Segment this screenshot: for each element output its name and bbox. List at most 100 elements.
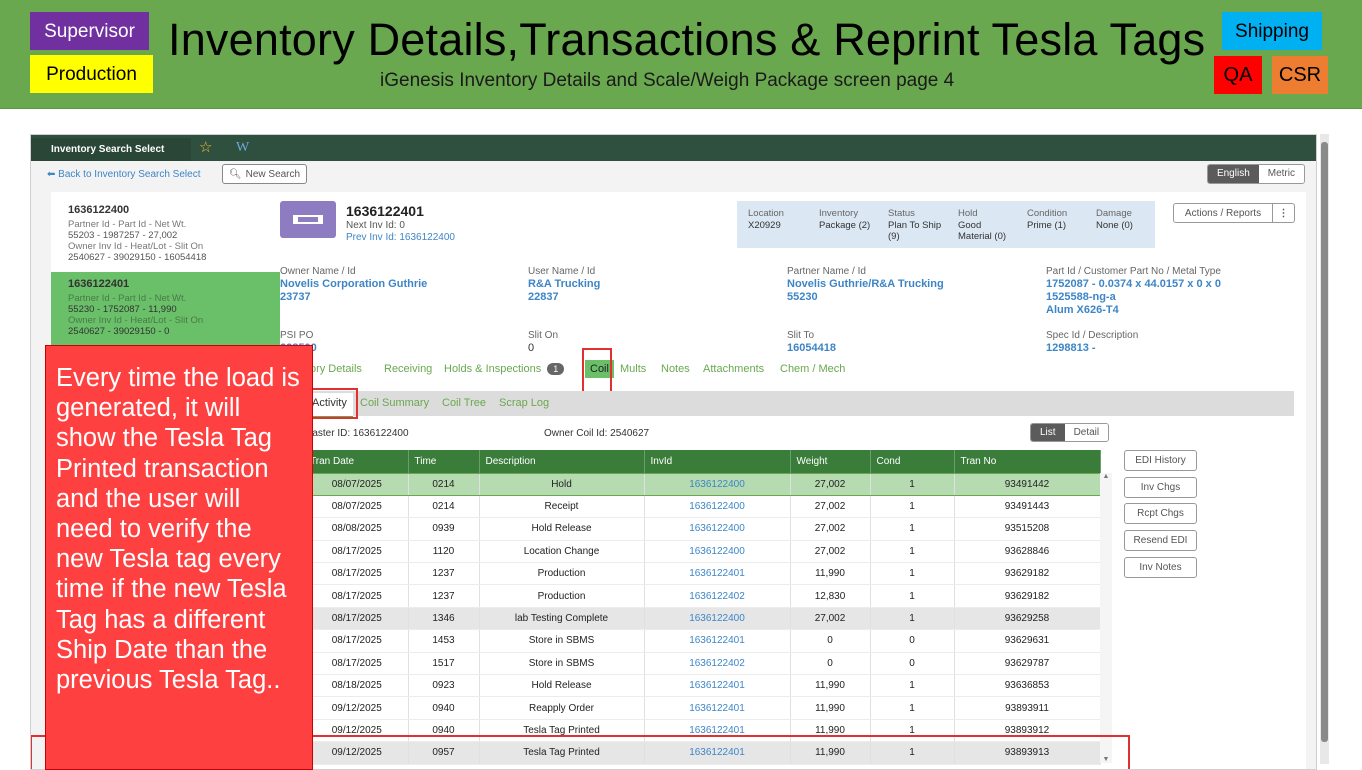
cell-cond: 1: [870, 584, 955, 608]
status-cell: Status Plan To Ship (9): [888, 208, 942, 242]
page-scrollbar[interactable]: [1320, 134, 1329, 764]
cell-tran-no: 93491443: [954, 495, 1101, 519]
cell-cond: 1: [870, 540, 955, 564]
cell-description: Receipt: [479, 495, 645, 519]
table-row[interactable]: 08/18/2025 0923 Hold Release 1636122401 11,9…: [280, 674, 1101, 698]
table-row[interactable]: 08/08/2025 0939 Hold Release 1636122400 27,0…: [280, 517, 1101, 541]
table-row[interactable]: 09/12/2025 0940 Reapply Order 1636122401 11,…: [280, 696, 1101, 720]
cell-cond: 1: [870, 562, 955, 586]
tab-notes[interactable]: Notes: [661, 363, 690, 375]
cell-weight: 11,990: [790, 674, 871, 698]
edi-history-button[interactable]: EDI History: [1124, 450, 1197, 471]
nav-row: ⬅ Back to Inventory Search Select 🔍︎ New…: [31, 161, 1316, 189]
list-item[interactable]: 1636122400 Partner Id - Part Id - Net Wt…: [51, 198, 280, 270]
table-row[interactable]: 08/17/2025 1346 lab Testing Complete 163612…: [280, 607, 1101, 631]
w-icon[interactable]: W: [236, 140, 249, 156]
tab-chem-mech[interactable]: Chem / Mech: [780, 363, 845, 375]
condition-cell: Condition Prime (1): [1027, 208, 1068, 231]
partner-id-link[interactable]: 55230: [787, 291, 944, 304]
cell-invid[interactable]: 1636122401: [644, 674, 791, 698]
col-time[interactable]: Time: [408, 450, 480, 473]
prev-inv-id-link[interactable]: Prev Inv Id: 1636122400: [346, 232, 455, 243]
actions-reports-button[interactable]: Actions / Reports ⋮: [1173, 203, 1295, 223]
partner-name-link[interactable]: Novelis Guthrie/R&A Trucking: [787, 278, 944, 291]
tab-receiving[interactable]: Receiving: [384, 363, 432, 375]
tab-attachments[interactable]: Attachments: [703, 363, 764, 375]
cell-description: Production: [479, 584, 645, 608]
cell-time: 0923: [408, 674, 480, 698]
damage-cell: Damage None (0): [1096, 208, 1133, 231]
detail-view-toggle[interactable]: Detail: [1064, 424, 1109, 441]
cell-invid[interactable]: 1636122401: [644, 629, 791, 653]
part-link[interactable]: 1752087 - 0.0374 x 44.0157 x 0 x 0: [1046, 278, 1221, 291]
spec-field: Spec Id / Description 1298813 -: [1046, 330, 1139, 355]
cell-cond: 1: [870, 472, 955, 496]
tab-holds-inspections[interactable]: Holds & Inspections 1: [444, 363, 565, 375]
cell-tran-no: 93636853: [954, 674, 1101, 698]
table-row[interactable]: 08/17/2025 1517 Store in SBMS 1636122402 0 0 9…: [280, 652, 1101, 676]
tab-scrap-log[interactable]: Scrap Log: [499, 397, 549, 409]
table-row[interactable]: 08/07/2025 0214 Hold 1636122400 27,002 1 93491…: [280, 472, 1101, 496]
cell-invid[interactable]: 1636122400: [644, 517, 791, 541]
inv-notes-button[interactable]: Inv Notes: [1124, 557, 1197, 578]
star-icon[interactable]: ☆: [199, 140, 212, 156]
cell-invid[interactable]: 1636122401: [644, 696, 791, 720]
cell-invid[interactable]: 1636122401: [644, 562, 791, 586]
page-scrollbar-thumb[interactable]: [1321, 142, 1328, 742]
cell-invid[interactable]: 1636122402: [644, 584, 791, 608]
cell-tran-no: 93629631: [954, 629, 1101, 653]
cell-tran-no: 93893911: [954, 696, 1101, 720]
list-view-toggle[interactable]: List: [1031, 424, 1065, 441]
table-row[interactable]: 08/17/2025 1120 Location Change 1636122400 2…: [280, 540, 1101, 564]
owner-coil-id: Owner Coil Id: 2540627: [544, 428, 650, 439]
user-name-link[interactable]: R&A Trucking: [528, 278, 600, 291]
table-row[interactable]: 08/17/2025 1453 Store in SBMS 1636122401 0 0 9…: [280, 629, 1101, 653]
coil-tab-highlight: [582, 348, 612, 393]
rcpt-chgs-button[interactable]: Rcpt Chgs: [1124, 503, 1197, 524]
table-row[interactable]: 08/07/2025 0214 Receipt 1636122400 27,002 1 93…: [280, 495, 1101, 519]
col-description[interactable]: Description: [479, 450, 645, 473]
slit-on-field: Slit On 0: [528, 330, 559, 354]
unit-toggle: English Metric: [1206, 164, 1305, 184]
resend-edi-button[interactable]: Resend EDI: [1124, 530, 1197, 551]
spec-link[interactable]: 1298813 -: [1046, 342, 1138, 355]
col-weight[interactable]: Weight: [790, 450, 871, 473]
coil-subtab-bar: Activity Coil Summary Coil Tree Scrap Lo…: [280, 391, 1294, 418]
cell-invid[interactable]: 1636122402: [644, 652, 791, 676]
cell-time: 1346: [408, 607, 480, 631]
cell-tran-no: 93629258: [954, 607, 1101, 631]
owner-id-link[interactable]: 23737: [280, 291, 427, 304]
list-item-selected[interactable]: 1636122401 Partner Id - Part Id - Net Wt…: [51, 272, 280, 348]
col-invid[interactable]: InvId: [644, 450, 791, 473]
cell-invid[interactable]: 1636122400: [644, 472, 791, 496]
english-toggle[interactable]: English: [1207, 165, 1259, 183]
cell-invid[interactable]: 1636122400: [644, 607, 791, 631]
cell-invid[interactable]: 1636122400: [644, 540, 791, 564]
inventory-id: 1636122401: [346, 203, 424, 219]
tab-inventory-search-select[interactable]: Inventory Search Select: [31, 138, 191, 161]
col-cond[interactable]: Cond: [870, 450, 955, 473]
table-scrollbar[interactable]: ▲ ▼: [1100, 473, 1112, 763]
more-vertical-icon[interactable]: ⋮: [1272, 204, 1294, 222]
table-header-row: Tran Date Time Description InvId Weight …: [280, 450, 1101, 473]
table-row[interactable]: 08/17/2025 1237 Production 1636122402 12,830…: [280, 584, 1101, 608]
col-tran-no[interactable]: Tran No: [954, 450, 1101, 473]
cell-invid[interactable]: 1636122400: [644, 495, 791, 519]
tab-mults[interactable]: Mults: [620, 363, 646, 375]
owner-name-link[interactable]: Novelis Corporation Guthrie: [280, 278, 427, 291]
inv-chgs-button[interactable]: Inv Chgs: [1124, 477, 1197, 498]
table-row[interactable]: 08/17/2025 1237 Production 1636122401 11,990…: [280, 562, 1101, 586]
new-search-button[interactable]: 🔍︎ New Search: [222, 164, 307, 184]
tab-coil-tree[interactable]: Coil Tree: [442, 397, 486, 409]
metric-toggle[interactable]: Metric: [1258, 165, 1304, 183]
slit-to-link[interactable]: 16054418: [787, 342, 836, 355]
tab-coil-summary[interactable]: Coil Summary: [360, 397, 429, 409]
cell-weight: 12,830: [790, 584, 871, 608]
scroll-up-icon[interactable]: ▲: [1100, 473, 1112, 480]
cell-description: Hold: [479, 472, 645, 496]
user-id-link[interactable]: 22837: [528, 291, 600, 304]
next-inv-id: Next Inv Id: 0: [346, 220, 405, 231]
cell-description: Location Change: [479, 540, 645, 564]
list-item-label: Owner Inv Id - Heat/Lot - Slit On: [68, 241, 204, 252]
back-link[interactable]: ⬅ Back to Inventory Search Select: [47, 169, 200, 180]
